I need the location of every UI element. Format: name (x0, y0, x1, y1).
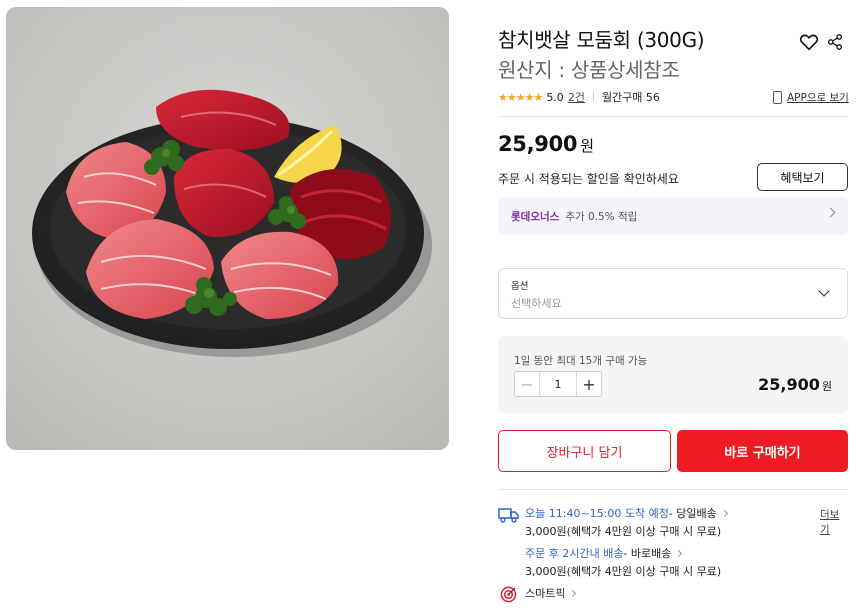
product-price: 25,900 원 (498, 132, 594, 156)
chevron-right-icon (569, 589, 577, 597)
chevron-right-icon (825, 207, 836, 218)
price-amount: 25,900 (498, 132, 578, 156)
quick-delivery[interactable]: 주문 후 2시간내 배송 - 바로배송 (525, 545, 683, 561)
quantity-plus-button[interactable]: + (576, 372, 601, 396)
quick-delivery-type: - 바로배송 (623, 547, 672, 560)
divider (498, 116, 848, 117)
option-placeholder: 선택하세요 (511, 297, 562, 310)
quantity-stepper: − 1 + (514, 371, 602, 397)
quantity-value[interactable]: 1 (540, 372, 576, 396)
review-count-link[interactable]: 2건 (568, 89, 585, 105)
rating-stars: ★★★★★ (498, 90, 543, 104)
quantity-panel: 1일 동안 최대 15개 구매 가능 − 1 + 25,900 원 (498, 336, 848, 413)
discount-notice: 주문 시 적용되는 할인을 확인하세요 (498, 172, 679, 186)
add-to-cart-button[interactable]: 장바구니 담기 (498, 430, 671, 472)
buy-now-button[interactable]: 바로 구매하기 (677, 430, 848, 472)
heart-icon[interactable] (798, 31, 820, 53)
lotte-owners-name: 롯데오너스 (511, 210, 560, 223)
total-unit: 원 (821, 380, 832, 393)
product-origin: 원산지 : 상품상세참조 (498, 58, 680, 82)
smartpick[interactable]: 스마트픽 (525, 585, 577, 601)
total-amount: 25,900 (758, 375, 820, 394)
chevron-down-icon (818, 285, 830, 297)
quantity-minus-button[interactable]: − (515, 372, 540, 396)
target-icon (500, 586, 517, 603)
quick-delivery-fee: 3,000원(혜택가 4만원 이상 구매 시 무료) (525, 565, 722, 578)
divider (592, 92, 594, 102)
phone-icon (773, 90, 782, 104)
same-day-delivery[interactable]: 오늘 11:40~15:00 도착 예정 - 당일배송 (525, 505, 728, 521)
same-day-type: - 당일배송 (668, 507, 717, 520)
lotte-owners-banner[interactable]: 롯데오너스 추가 0.5% 적립 (498, 197, 848, 235)
monthly-purchase: 월간구매 56 (601, 91, 660, 104)
price-unit: 원 (580, 137, 595, 155)
lotte-owners-benefit: 추가 0.5% 적립 (565, 210, 638, 223)
option-select[interactable]: 옵션 선택하세요 (498, 268, 848, 319)
product-image[interactable] (6, 7, 449, 450)
app-view-link[interactable]: APP으로 보기 (773, 89, 849, 105)
option-label: 옵션 (511, 281, 529, 292)
quantity-limit: 1일 동안 최대 15개 구매 가능 (514, 355, 648, 367)
app-view-label: APP으로 보기 (787, 91, 849, 104)
divider (498, 489, 848, 490)
same-day-eta: 오늘 11:40~15:00 도착 예정 (525, 507, 669, 520)
more-link[interactable]: 더보기 (820, 507, 848, 537)
quantity-total: 25,900 원 (758, 375, 832, 394)
product-title: 참치뱃살 모둠회 (300G) (498, 28, 705, 52)
rating-row: ★★★★★ 5.0 2건 월간구매 56 (498, 89, 660, 105)
benefit-button[interactable]: 혜택보기 (757, 163, 848, 191)
same-day-fee: 3,000원(혜택가 4만원 이상 구매 시 무료) (525, 525, 722, 538)
truck-icon (498, 508, 519, 523)
share-icon[interactable] (825, 31, 845, 53)
quick-delivery-eta: 주문 후 2시간내 배송 (525, 547, 624, 560)
smartpick-label: 스마트픽 (525, 587, 566, 600)
chevron-right-icon (675, 549, 683, 557)
rating-score: 5.0 (546, 90, 564, 104)
chevron-right-icon (720, 509, 728, 517)
